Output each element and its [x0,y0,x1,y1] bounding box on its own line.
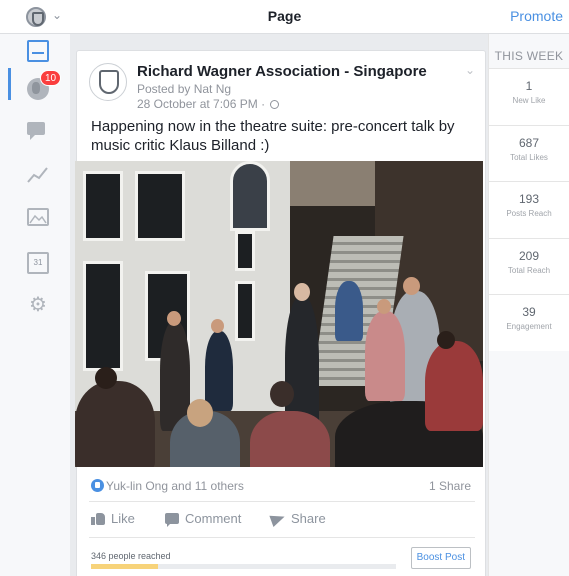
post-text: Happening now in the theatre suite: pre-… [91,118,455,154]
share-arrow-icon [269,510,287,527]
page-avatar[interactable] [89,63,127,101]
stat-label: New Like [512,96,546,105]
page-logo-icon[interactable] [26,7,46,27]
post-card: Richard Wagner Association - Singapore P… [75,50,486,576]
share-label: Share [291,511,326,526]
like-label: Like [111,511,135,526]
like-reaction-icon [91,479,104,492]
stat-value: 209 [518,248,540,263]
stat-value: 39 [522,305,536,319]
photo-head [187,399,213,427]
left-sidebar: 10 31 ⚙ [0,34,70,576]
photo-person [365,311,405,401]
posted-by: Posted by Nat Ng [137,82,232,96]
photo-window [135,171,185,241]
stat-label: Total Reach [507,265,551,275]
photo-head [437,331,455,349]
chevron-down-icon[interactable]: ⌄ [52,8,62,22]
photos-icon[interactable] [27,208,49,226]
photo-person [250,411,330,467]
photo-arch-window [230,161,270,231]
photo-head [211,319,224,333]
comment-button[interactable]: Comment [165,511,242,527]
post-timestamp[interactable]: 28 October at 7:06 PM · [137,97,265,111]
notification-badge: 10 [40,70,62,86]
stat-label: Engagement [506,322,552,331]
post-options-chevron-icon[interactable]: ⌄ [465,63,475,77]
stat-value: 687 [518,135,540,150]
like-button[interactable]: Like [91,511,135,526]
reactions-summary[interactable]: Yuk-lin Ong and 11 others [91,479,244,493]
stat-total-reach[interactable]: 209 Total Reach [489,237,569,294]
people-reached: 346 people reached [91,551,171,561]
gear-icon[interactable]: ⚙ [27,294,49,316]
photo-person [335,281,363,341]
feed: Richard Wagner Association - Singapore P… [70,34,488,576]
stat-label: Posts Reach [506,209,552,218]
photo-person [425,341,483,431]
photo-head [294,283,310,301]
divider [89,537,475,538]
photo-head [95,367,117,389]
top-bar: ⌄ Page Promote [0,0,569,34]
stat-label: Total Likes [510,152,548,162]
post-timestamp-row: 28 October at 7:06 PM · [137,97,280,111]
stat-new-like[interactable]: 1 New Like [489,68,569,125]
divider [89,501,475,502]
page-home-icon[interactable] [27,40,49,62]
photo-window [235,281,255,341]
photo-window [83,171,123,241]
photo-head [403,277,420,295]
reach-progress-bar [91,564,396,569]
promote-button[interactable]: Promote [510,8,563,24]
boost-post-button[interactable]: Boost Post [410,547,471,569]
stat-total-likes[interactable]: 687 Total Likes [489,124,569,181]
photo-person [75,381,155,467]
photo-window [235,231,255,271]
photo-head [167,311,181,326]
stat-value: 193 [518,192,540,206]
stat-posts-reach[interactable]: 193 Posts Reach [489,181,569,238]
share-button[interactable]: Share [269,510,326,527]
post-author[interactable]: Richard Wagner Association - Singapore [137,63,427,80]
calendar-icon[interactable]: 31 [27,252,49,274]
comment-icon [165,513,179,527]
stats-heading: THIS WEEK [494,49,564,63]
insights-icon[interactable] [27,164,49,186]
public-globe-icon [270,100,280,109]
comment-label: Comment [185,511,242,526]
stat-value: 1 [525,79,533,93]
photo-person [205,331,233,411]
active-indicator [8,68,11,100]
page-title: Page [267,8,302,24]
photo-window [83,261,123,371]
post-photo[interactable] [75,161,483,467]
weekly-stats: THIS WEEK 1 New Like 687 Total Likes 193 Po… [488,34,569,576]
photo-head [377,299,391,314]
reach-progress-fill [91,564,159,569]
stat-engagement[interactable]: 39 Engagement [489,294,569,351]
reactions-text: Yuk-lin Ong and 11 others [106,479,244,493]
thumbs-up-icon [91,512,105,525]
photo-head [270,381,294,407]
shares-count[interactable]: 1 Share [429,479,471,493]
messages-icon[interactable] [27,120,49,142]
